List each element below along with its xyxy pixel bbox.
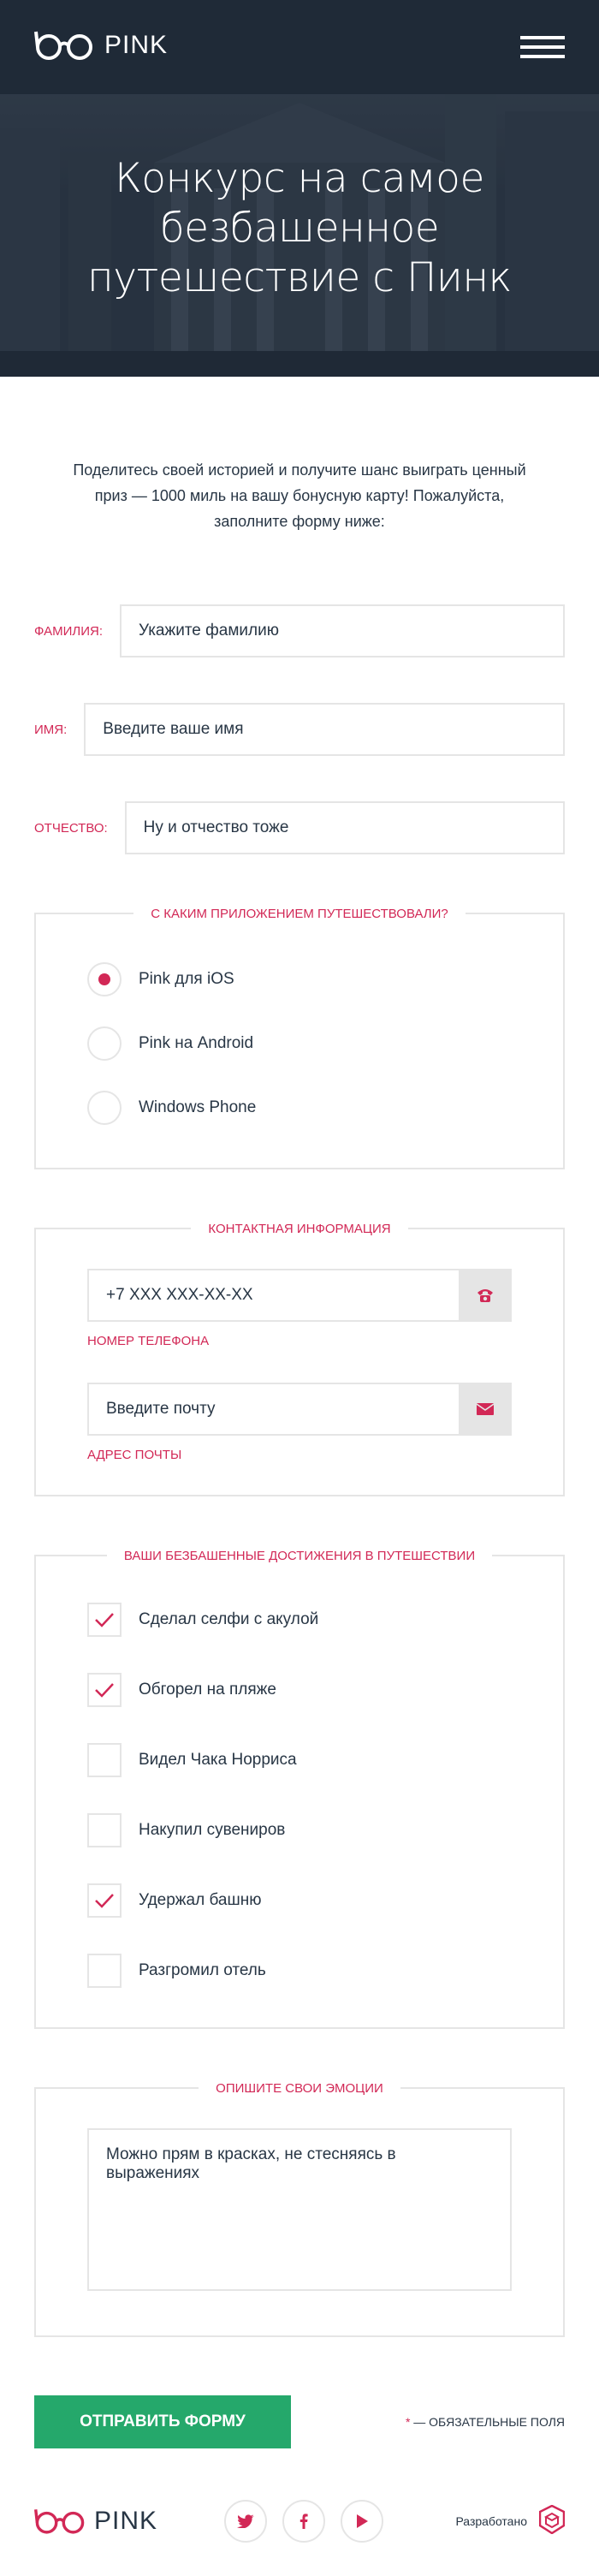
checkbox-label: Сделал селфи с акулой [139, 1610, 319, 1628]
phone-row [87, 1269, 512, 1322]
facebook-link[interactable] [282, 2499, 326, 2543]
checkmark-icon [95, 1613, 114, 1627]
radio-button[interactable] [87, 962, 122, 996]
page-header: PINK Конкурс на самое безбашенное путеше… [0, 0, 599, 377]
checkbox[interactable] [87, 1673, 122, 1707]
patronymic-input[interactable] [124, 801, 565, 854]
check-chuck[interactable]: Видел Чака Норриса [87, 1743, 512, 1777]
menu-toggle-icon[interactable] [520, 36, 565, 58]
radio-label: Pink на Android [139, 1034, 254, 1052]
phone-input[interactable] [87, 1269, 459, 1322]
facebook-icon [300, 2513, 308, 2529]
email-hint: АДРЕС ПОЧТЫ [87, 1448, 182, 1462]
footer-logo-text: PINK [94, 2506, 158, 2535]
checkbox-label: Накупил сувениров [139, 1821, 286, 1839]
footer-logo[interactable]: PINK [34, 2506, 157, 2537]
developer-label: Разработано [455, 2514, 527, 2528]
name-label: ИМЯ: [34, 722, 68, 737]
submit-row: ОТПРАВИТЬ ФОРМУ * — ОБЯЗАТЕЛЬНЫЕ ПОЛЯ [0, 2395, 599, 2448]
email-input[interactable] [87, 1383, 459, 1436]
developer-credit: Разработано [455, 2504, 566, 2537]
twitter-icon [237, 2514, 255, 2528]
required-note: * — ОБЯЗАТЕЛЬНЫЕ ПОЛЯ [406, 2415, 565, 2429]
surname-label: ФАМИЛИЯ: [34, 623, 103, 639]
checkbox-label: Удержал башню [139, 1891, 262, 1909]
emotions-fieldset: ОПИШИТЕ СВОИ ЭМОЦИИ [34, 2081, 565, 2337]
required-note-text: — ОБЯЗАТЕЛЬНЫЕ ПОЛЯ [410, 2415, 565, 2429]
radio-windows-phone[interactable]: Windows Phone [87, 1091, 512, 1125]
intro-text: Поделитесь своей историей и получите шан… [73, 461, 526, 530]
htmlacademy-icon [538, 2504, 566, 2535]
contact-fieldset: КОНТАКТНАЯ ИНФОРМАЦИЯ НОМЕР ТЕЛЕФОНА [34, 1222, 565, 1496]
glasses-icon [34, 31, 92, 60]
checkmark-icon [95, 1894, 114, 1908]
radio-android[interactable]: Pink на Android [87, 1026, 512, 1061]
youtube-link[interactable] [341, 2499, 384, 2543]
check-tower[interactable]: Удержал башню [87, 1883, 512, 1918]
radio-selected-dot [98, 973, 110, 985]
email-row [87, 1383, 512, 1436]
page-title: Конкурс на самое безбашенное путешествие… [87, 155, 512, 301]
app-fieldset: С КАКИМ ПРИЛОЖЕНИЕМ ПУТЕШЕСТВОВАЛИ? Pink… [34, 907, 565, 1169]
mail-icon [477, 1403, 494, 1415]
youtube-icon [357, 2514, 369, 2528]
achievements-fieldset: ВАШИ БЕЗБАШЕННЫЕ ДОСТИЖЕНИЯ В ПУТЕШЕСТВИ… [34, 1549, 565, 2029]
checkbox-label: Обгорел на пляже [139, 1681, 276, 1698]
checkbox[interactable] [87, 1743, 122, 1777]
name-row: ИМЯ: [34, 703, 565, 756]
phone-hint: НОМЕР ТЕЛЕФОНА [87, 1334, 210, 1348]
checkbox[interactable] [87, 1813, 122, 1847]
developer-link[interactable] [538, 2504, 566, 2537]
radio-button[interactable] [87, 1091, 122, 1125]
submit-button[interactable]: ОТПРАВИТЬ ФОРМУ [34, 2395, 291, 2448]
radio-button[interactable] [87, 1026, 122, 1061]
radio-ios[interactable]: Pink для iOS [87, 962, 512, 996]
name-input[interactable] [84, 703, 565, 756]
page-footer: PINK Разработано [0, 2466, 599, 2576]
check-souvenirs[interactable]: Накупил сувениров [87, 1813, 512, 1847]
glasses-icon [34, 2508, 85, 2534]
checkbox-label: Видел Чака Норриса [139, 1751, 297, 1769]
patronymic-row: ОТЧЕСТВО: [34, 801, 565, 854]
logo-text: PINK [104, 31, 169, 59]
header-logo[interactable]: PINK [34, 24, 168, 67]
check-selfie[interactable]: Сделал селфи с акулой [87, 1603, 512, 1637]
phone-button[interactable] [459, 1269, 512, 1322]
surname-row: ФАМИЛИЯ: [34, 604, 565, 657]
contest-form: ФАМИЛИЯ: ИМЯ: ОТЧЕСТВО: С КАКИМ ПРИЛОЖЕН… [0, 604, 599, 2337]
contact-legend: КОНТАКТНАЯ ИНФОРМАЦИЯ [191, 1222, 408, 1236]
twitter-link[interactable] [224, 2499, 268, 2543]
surname-input[interactable] [119, 604, 565, 657]
emotions-legend: ОПИШИТЕ СВОИ ЭМОЦИИ [199, 2081, 400, 2096]
checkmark-icon [95, 1683, 114, 1698]
achievements-legend: ВАШИ БЕЗБАШЕННЫЕ ДОСТИЖЕНИЯ В ПУТЕШЕСТВИ… [106, 1549, 493, 1563]
emotions-textarea[interactable] [87, 2128, 512, 2291]
email-button[interactable] [459, 1383, 512, 1436]
checkbox[interactable] [87, 1603, 122, 1637]
patronymic-label: ОТЧЕСТВО: [34, 820, 108, 836]
checkbox-label: Разгромил отель [139, 1961, 266, 1979]
checkbox[interactable] [87, 1883, 122, 1918]
phone-icon [477, 1289, 493, 1302]
checkbox[interactable] [87, 1954, 122, 1988]
check-beach[interactable]: Обгорел на пляже [87, 1673, 512, 1707]
radio-label: Windows Phone [139, 1098, 257, 1116]
app-legend: С КАКИМ ПРИЛОЖЕНИЕМ ПУТЕШЕСТВОВАЛИ? [133, 907, 466, 921]
check-hotel[interactable]: Разгромил отель [87, 1954, 512, 1988]
social-links [224, 2499, 384, 2543]
radio-label: Pink для iOS [139, 970, 234, 988]
